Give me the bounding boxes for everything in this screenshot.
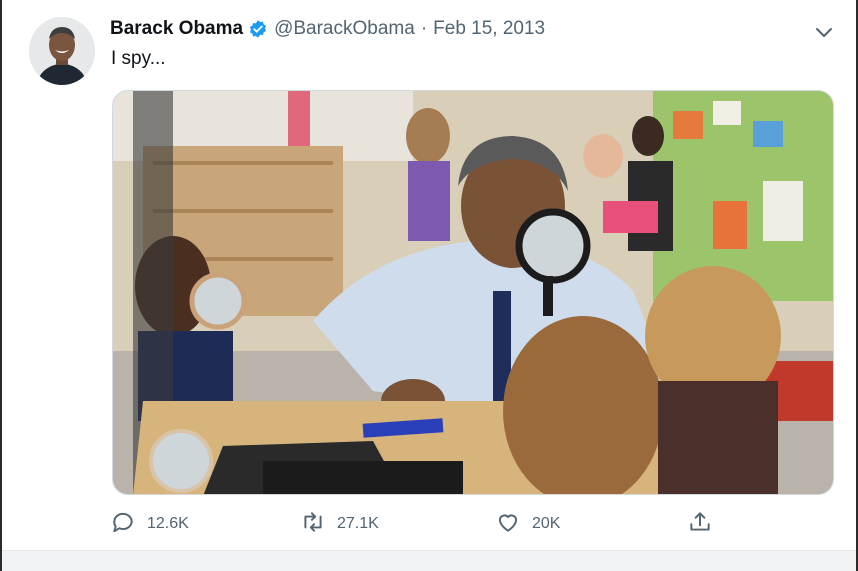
share-button[interactable] xyxy=(687,508,713,540)
reply-button[interactable]: 12.6K xyxy=(110,508,189,540)
like-count: 20K xyxy=(532,515,561,532)
heart-icon xyxy=(495,509,521,540)
like-button[interactable]: 20K xyxy=(495,508,560,540)
tweet-date[interactable]: Feb 15, 2013 xyxy=(433,18,545,40)
tweet-card[interactable]: Barack Obama @BarackObama · Feb 15, 2013… xyxy=(2,0,856,550)
retweet-count: 27.1K xyxy=(337,515,379,532)
tweet-text: I spy... xyxy=(111,48,166,69)
verified-badge-icon xyxy=(248,19,268,39)
chevron-down-icon[interactable] xyxy=(812,20,836,44)
header-separator: · xyxy=(420,18,428,39)
bottom-strip xyxy=(2,550,856,571)
author-name[interactable]: Barack Obama xyxy=(110,18,243,40)
reply-icon xyxy=(110,509,136,540)
avatar[interactable] xyxy=(29,17,95,85)
tweet-header: Barack Obama @BarackObama · Feb 15, 2013 xyxy=(110,16,545,42)
tweet-actions: 12.6K 27.1K 20K xyxy=(110,508,730,540)
author-handle[interactable]: @BarackObama xyxy=(274,18,415,40)
retweet-icon xyxy=(300,509,326,540)
retweet-button[interactable]: 27.1K xyxy=(300,508,379,540)
share-icon xyxy=(687,509,713,540)
tweet-photo[interactable] xyxy=(112,90,834,495)
reply-count: 12.6K xyxy=(147,515,189,532)
